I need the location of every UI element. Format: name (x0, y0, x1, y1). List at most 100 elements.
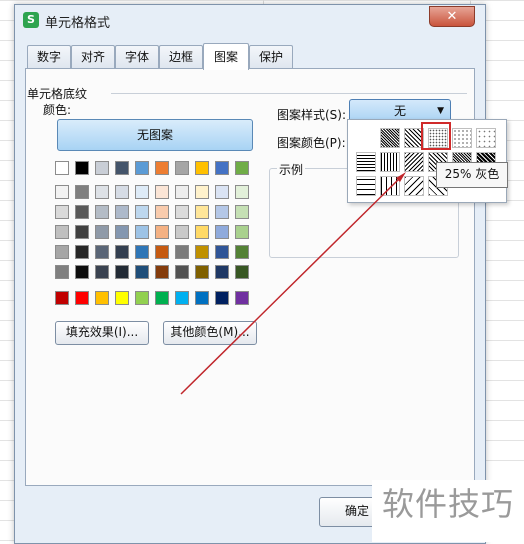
color-swatch[interactable] (155, 161, 169, 175)
color-swatch[interactable] (175, 291, 189, 305)
color-swatch[interactable] (75, 205, 89, 219)
color-swatch[interactable] (135, 225, 149, 239)
color-swatch[interactable] (115, 161, 129, 175)
app-logo-icon: S (23, 12, 39, 28)
color-swatch[interactable] (195, 205, 209, 219)
tab-protection[interactable]: 保护 (249, 45, 293, 68)
color-swatch[interactable] (195, 245, 209, 259)
color-swatch[interactable] (195, 185, 209, 199)
color-swatch[interactable] (215, 225, 229, 239)
pattern-thin-vertical[interactable] (380, 176, 400, 196)
color-swatch[interactable] (55, 265, 69, 279)
pattern-75-gray[interactable] (380, 128, 400, 148)
color-swatch[interactable] (155, 291, 169, 305)
color-swatch[interactable] (155, 225, 169, 239)
color-swatch[interactable] (95, 161, 109, 175)
color-swatch[interactable] (75, 225, 89, 239)
close-button[interactable]: ✕ (429, 6, 475, 27)
dialog-title: 单元格格式 (45, 16, 111, 31)
format-cells-dialog: S 单元格格式 ✕ 数字 对齐 字体 边框 图案 保护 单元格底纹 颜色: 无图… (14, 4, 486, 544)
color-swatch[interactable] (75, 185, 89, 199)
color-swatch[interactable] (215, 161, 229, 175)
color-swatch[interactable] (235, 185, 249, 199)
color-swatch[interactable] (115, 225, 129, 239)
color-swatch[interactable] (175, 265, 189, 279)
color-swatch[interactable] (55, 161, 69, 175)
color-swatch[interactable] (75, 291, 89, 305)
color-swatch[interactable] (135, 245, 149, 259)
tab-number[interactable]: 数字 (27, 45, 71, 68)
color-swatch[interactable] (55, 185, 69, 199)
color-swatch[interactable] (195, 225, 209, 239)
pattern-6-gray[interactable] (476, 128, 496, 148)
color-swatch[interactable] (155, 245, 169, 259)
color-swatch[interactable] (195, 265, 209, 279)
color-swatch[interactable] (155, 185, 169, 199)
color-swatch[interactable] (175, 161, 189, 175)
pattern-style-label: 图案样式(S): (277, 108, 347, 122)
color-swatch[interactable] (115, 291, 129, 305)
color-swatch[interactable] (215, 245, 229, 259)
color-swatch[interactable] (195, 161, 209, 175)
pattern-vertical-stripe[interactable] (380, 152, 400, 172)
color-swatch[interactable] (115, 265, 129, 279)
color-swatch[interactable] (55, 245, 69, 259)
color-swatch[interactable] (135, 265, 149, 279)
color-swatch[interactable] (175, 245, 189, 259)
color-swatch[interactable] (175, 225, 189, 239)
color-swatch[interactable] (235, 291, 249, 305)
pattern-horizontal-stripe[interactable] (356, 152, 376, 172)
color-swatch[interactable] (95, 265, 109, 279)
color-swatch[interactable] (55, 225, 69, 239)
cell-shading-heading: 单元格底纹 (27, 87, 88, 101)
color-swatch[interactable] (215, 265, 229, 279)
color-swatch[interactable] (55, 291, 69, 305)
color-swatch[interactable] (75, 245, 89, 259)
more-colors-button[interactable]: 其他颜色(M)... (163, 321, 257, 345)
pattern-12-gray[interactable] (452, 128, 472, 148)
pattern-thin-reverse-diagonal[interactable] (404, 176, 424, 196)
color-swatch[interactable] (155, 205, 169, 219)
color-swatch[interactable] (95, 185, 109, 199)
color-swatch[interactable] (115, 185, 129, 199)
pattern-highlight-frame (421, 122, 451, 150)
tab-border[interactable]: 边框 (159, 45, 203, 68)
color-swatch[interactable] (135, 185, 149, 199)
tab-font[interactable]: 字体 (115, 45, 159, 68)
section-divider (111, 93, 467, 94)
color-swatch[interactable] (235, 161, 249, 175)
pattern-tooltip: 25% 灰色 (436, 162, 508, 188)
color-swatch[interactable] (115, 245, 129, 259)
tab-pattern[interactable]: 图案 (203, 43, 249, 70)
color-swatch[interactable] (215, 205, 229, 219)
color-swatch[interactable] (235, 265, 249, 279)
pattern-thin-horizontal[interactable] (356, 176, 376, 196)
color-swatch[interactable] (235, 245, 249, 259)
color-swatch[interactable] (235, 205, 249, 219)
pattern-style-value: 无 (393, 104, 406, 118)
pattern-reverse-diagonal[interactable] (404, 152, 424, 172)
no-pattern-button[interactable]: 无图案 (57, 119, 253, 151)
color-swatch[interactable] (95, 291, 109, 305)
color-swatch[interactable] (195, 291, 209, 305)
tab-alignment[interactable]: 对齐 (71, 45, 115, 68)
fill-effects-button[interactable]: 填充效果(I)... (55, 321, 149, 345)
sample-label: 示例 (277, 161, 306, 178)
color-swatch[interactable] (75, 161, 89, 175)
color-swatch[interactable] (95, 225, 109, 239)
color-swatch[interactable] (55, 205, 69, 219)
color-swatch[interactable] (135, 161, 149, 175)
color-swatch[interactable] (135, 291, 149, 305)
color-swatch[interactable] (115, 205, 129, 219)
color-swatch[interactable] (175, 185, 189, 199)
color-swatch[interactable] (155, 265, 169, 279)
color-swatch[interactable] (75, 265, 89, 279)
color-swatch[interactable] (175, 205, 189, 219)
color-swatch[interactable] (215, 185, 229, 199)
color-swatch[interactable] (215, 291, 229, 305)
color-swatch[interactable] (95, 205, 109, 219)
color-swatch[interactable] (95, 245, 109, 259)
color-swatch[interactable] (135, 205, 149, 219)
title-bar[interactable]: S 单元格格式 ✕ (15, 5, 485, 35)
color-swatch[interactable] (235, 225, 249, 239)
